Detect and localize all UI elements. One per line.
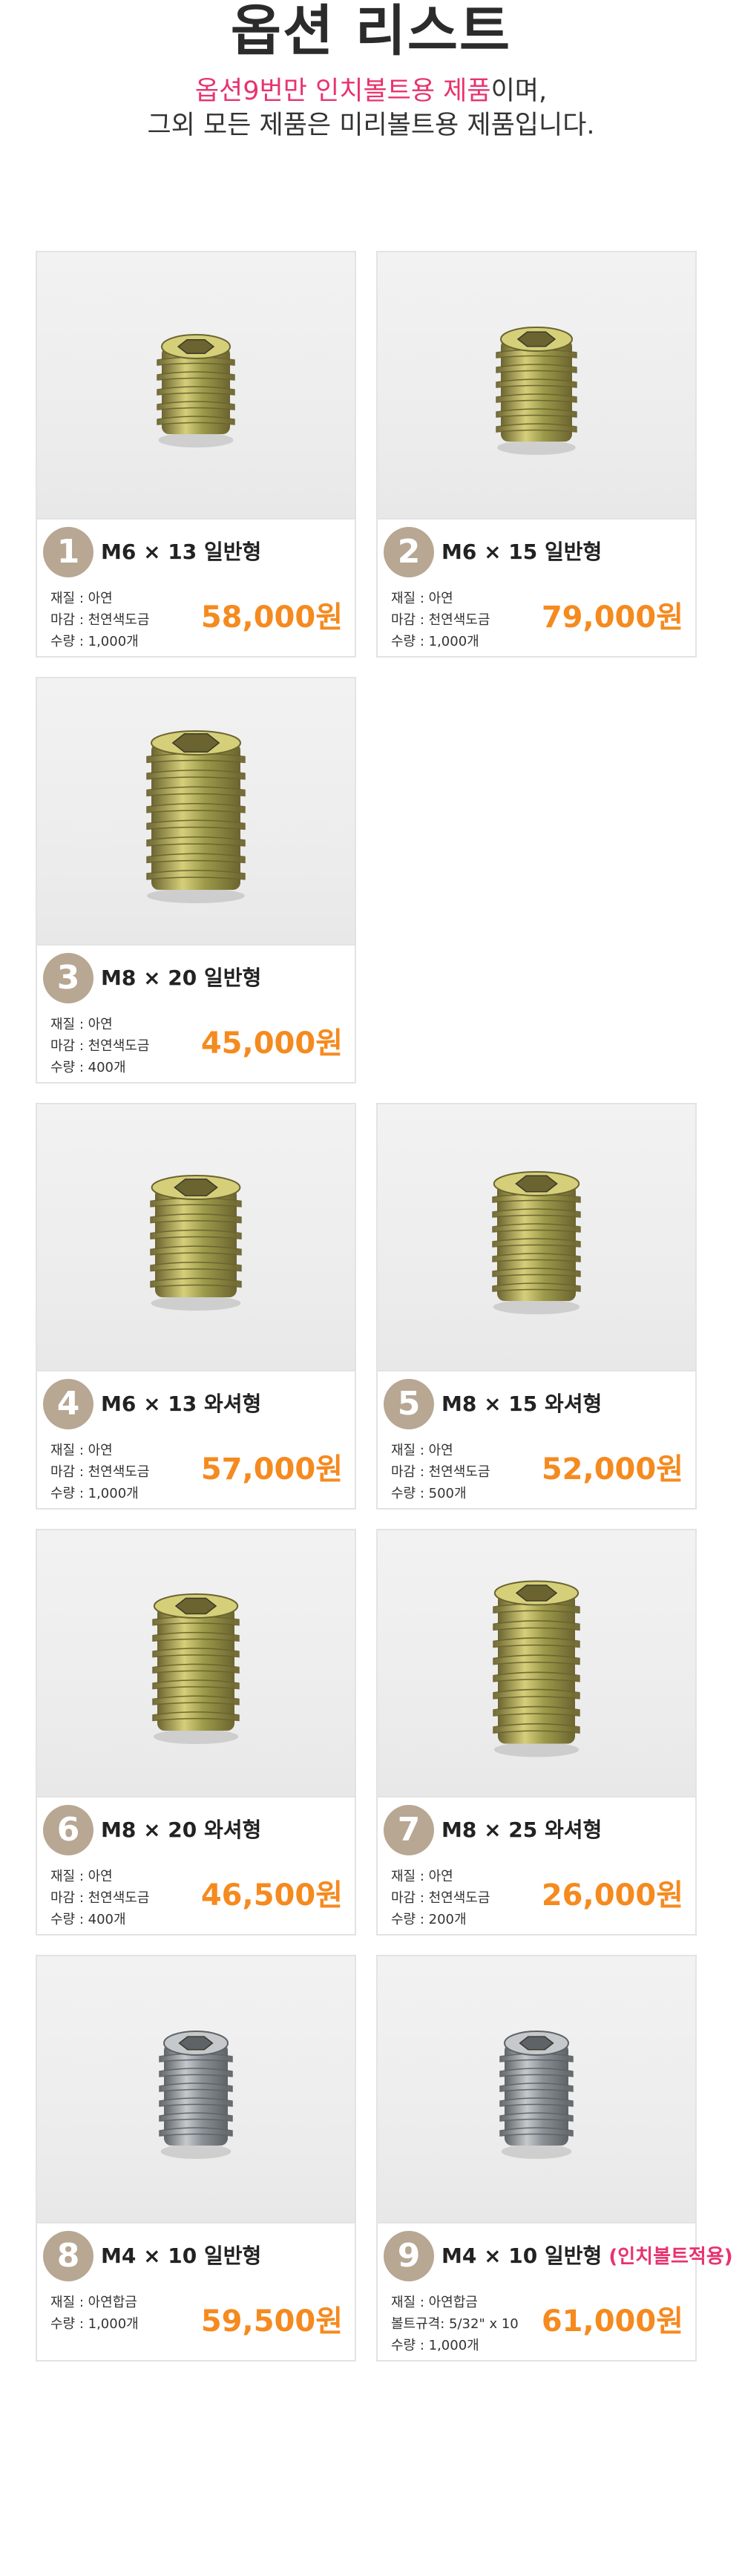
spec-line: 재질 : 아연 — [391, 591, 453, 606]
spec-line: 수량 : 1,000개 — [50, 1486, 139, 1501]
spec-line: 수량 : 1,000개 — [50, 634, 139, 649]
product-price: 58,000원 — [200, 600, 343, 635]
product-price: 52,000원 — [541, 1452, 683, 1487]
spec-line: 수량 : 400개 — [50, 1912, 126, 1927]
option-number-badge: 3 — [43, 953, 93, 1003]
option-number-badge: 4 — [43, 1379, 93, 1429]
product-name-text: M8 × 15 와셔형 — [441, 1392, 603, 1416]
spec-line: 재질 : 아연 — [50, 1017, 113, 1032]
option-number-badge: 1 — [43, 527, 93, 577]
product-name: M6 × 13 와셔형 — [101, 1391, 261, 1418]
spec-line: 마감 : 천연색도금 — [50, 1038, 150, 1054]
product-image — [37, 1104, 355, 1371]
product-specs: 재질 : 아연합금수량 : 1,000개 — [50, 2292, 139, 2335]
product-specs: 재질 : 아연마감 : 천연색도금수량 : 200개 — [391, 1866, 490, 1930]
product-image — [37, 1530, 355, 1797]
product-name: M8 × 15 와셔형 — [441, 1391, 602, 1418]
product-name-text: M8 × 25 와셔형 — [441, 1818, 603, 1842]
product-name: M8 × 25 와셔형 — [441, 1817, 602, 1843]
product-name: M6 × 15 일반형 — [441, 539, 602, 566]
product-name-text: M6 × 15 일반형 — [441, 540, 603, 564]
product-name-text: M4 × 10 일반형 — [101, 2244, 262, 2268]
spec-line: 수량 : 1,000개 — [391, 634, 479, 649]
product-name: M6 × 13 일반형 — [101, 539, 261, 566]
product-name-text: M6 × 13 와셔형 — [101, 1392, 262, 1416]
spec-line: 볼트규격: 5/32" x 10 — [391, 2316, 519, 2332]
product-name-text: M8 × 20 일반형 — [101, 966, 262, 990]
product-price: 46,500원 — [200, 1878, 343, 1913]
product-card[interactable]: 9 M4 × 10 일반형 (인치볼트적용) 재질 : 아연합금볼트규격: 5/32… — [376, 1955, 733, 2362]
product-image — [378, 1530, 695, 1797]
option-number-badge: 9 — [384, 2231, 434, 2281]
subtitle-line-1-rest: 이며, — [490, 76, 548, 106]
option-number-badge: 5 — [384, 1379, 434, 1429]
spec-line: 재질 : 아연 — [50, 1443, 113, 1458]
option-number-badge: 8 — [43, 2231, 93, 2281]
spec-line: 마감 : 천연색도금 — [391, 612, 490, 628]
product-image — [378, 1104, 695, 1371]
product-image — [37, 1956, 355, 2223]
option-number-badge: 7 — [384, 1805, 434, 1855]
product-price: 59,500원 — [200, 2304, 343, 2339]
spec-line: 마감 : 천연색도금 — [50, 1890, 150, 1906]
subtitle-line-2: 그외 모든 제품은 미리볼트용 제품입니다. — [147, 111, 595, 140]
product-specs: 재질 : 아연마감 : 천연색도금수량 : 500개 — [391, 1440, 490, 1504]
product-image — [37, 252, 355, 520]
subtitle-line-1: 옵션9번만 인치볼트용 제품이며, — [0, 74, 742, 108]
product-name: M4 × 10 일반형 (인치볼트적용) — [441, 2243, 733, 2270]
product-specs: 재질 : 아연마감 : 천연색도금수량 : 1,000개 — [391, 588, 490, 652]
product-price: 61,000원 — [541, 2304, 683, 2339]
product-card[interactable]: 3 M8 × 20 일반형재질 : 아연마감 : 천연색도금수량 : 400개 45… — [36, 677, 356, 1084]
product-specs: 재질 : 아연마감 : 천연색도금수량 : 400개 — [50, 1866, 149, 1930]
subtitle-highlight: 옵션9번만 인치볼트용 제품 — [194, 76, 491, 106]
product-specs: 재질 : 아연마감 : 천연색도금수량 : 1,000개 — [50, 1440, 149, 1504]
product-card[interactable]: 7 M8 × 25 와셔형재질 : 아연마감 : 천연색도금수량 : 200개 26… — [376, 1529, 697, 1936]
product-price: 45,000원 — [200, 1026, 343, 1061]
product-card[interactable]: 8 M4 × 10 일반형재질 : 아연합금수량 : 1,000개 59,500원 — [36, 1955, 356, 2362]
spec-line: 마감 : 천연색도금 — [391, 1464, 490, 1480]
product-card[interactable]: 5 M8 × 15 와셔형재질 : 아연마감 : 천연색도금수량 : 500개 52… — [376, 1103, 697, 1510]
product-specs: 재질 : 아연합금볼트규격: 5/32" x 10 수량 : 1,000개 — [391, 2292, 519, 2356]
spec-line: 마감 : 천연색도금 — [50, 1464, 150, 1480]
spec-line: 재질 : 아연 — [391, 1869, 453, 1884]
product-price: 26,000원 — [541, 1878, 683, 1913]
product-card[interactable]: 6 M8 × 20 와셔형재질 : 아연마감 : 천연색도금수량 : 400개 46… — [36, 1529, 356, 1936]
product-card[interactable]: 2 M6 × 15 일반형재질 : 아연마감 : 천연색도금수량 : 1,000개… — [376, 251, 697, 658]
product-card[interactable]: 1 M6 × 13 일반형재질 : 아연마감 : 천연색도금수량 : 1,000개… — [36, 251, 356, 658]
spec-line: 마감 : 천연색도금 — [50, 612, 150, 628]
spec-line: 재질 : 아연합금 — [50, 2295, 137, 2310]
product-name-text: M6 × 13 일반형 — [101, 540, 262, 564]
spec-line: 수량 : 200개 — [391, 1912, 467, 1927]
spec-line: 재질 : 아연합금 — [391, 2295, 478, 2310]
page-title: 옵션 리스트 — [230, 0, 512, 63]
product-image — [378, 252, 695, 520]
option-number-badge: 2 — [384, 527, 434, 577]
product-name-text: M8 × 20 와셔형 — [101, 1818, 262, 1842]
product-image — [37, 678, 355, 945]
product-image — [378, 1956, 695, 2223]
product-price: 79,000원 — [541, 600, 683, 635]
product-price: 57,000원 — [200, 1452, 343, 1487]
option-number-badge: 6 — [43, 1805, 93, 1855]
spec-line: 재질 : 아연 — [391, 1443, 453, 1458]
spec-line: 재질 : 아연 — [50, 591, 113, 606]
spec-line: 마감 : 천연색도금 — [391, 1890, 490, 1906]
product-specs: 재질 : 아연마감 : 천연색도금수량 : 1,000개 — [50, 588, 149, 652]
product-note: (인치볼트적용) — [602, 2246, 733, 2268]
product-name-text: M4 × 10 일반형 — [441, 2244, 603, 2268]
product-name: M8 × 20 와셔형 — [101, 1817, 261, 1843]
product-card[interactable]: 4 M6 × 13 와셔형재질 : 아연마감 : 천연색도금수량 : 1,000개… — [36, 1103, 356, 1510]
spec-line: 수량 : 1,000개 — [50, 2316, 139, 2332]
product-name: M4 × 10 일반형 — [101, 2243, 261, 2269]
spec-line: 수량 : 1,000개 — [391, 2338, 479, 2353]
spec-line: 수량 : 400개 — [50, 1060, 126, 1075]
product-name: M8 × 20 일반형 — [101, 965, 261, 992]
product-specs: 재질 : 아연마감 : 천연색도금수량 : 400개 — [50, 1014, 149, 1078]
spec-line: 재질 : 아연 — [50, 1869, 113, 1884]
spec-line: 수량 : 500개 — [391, 1486, 467, 1501]
